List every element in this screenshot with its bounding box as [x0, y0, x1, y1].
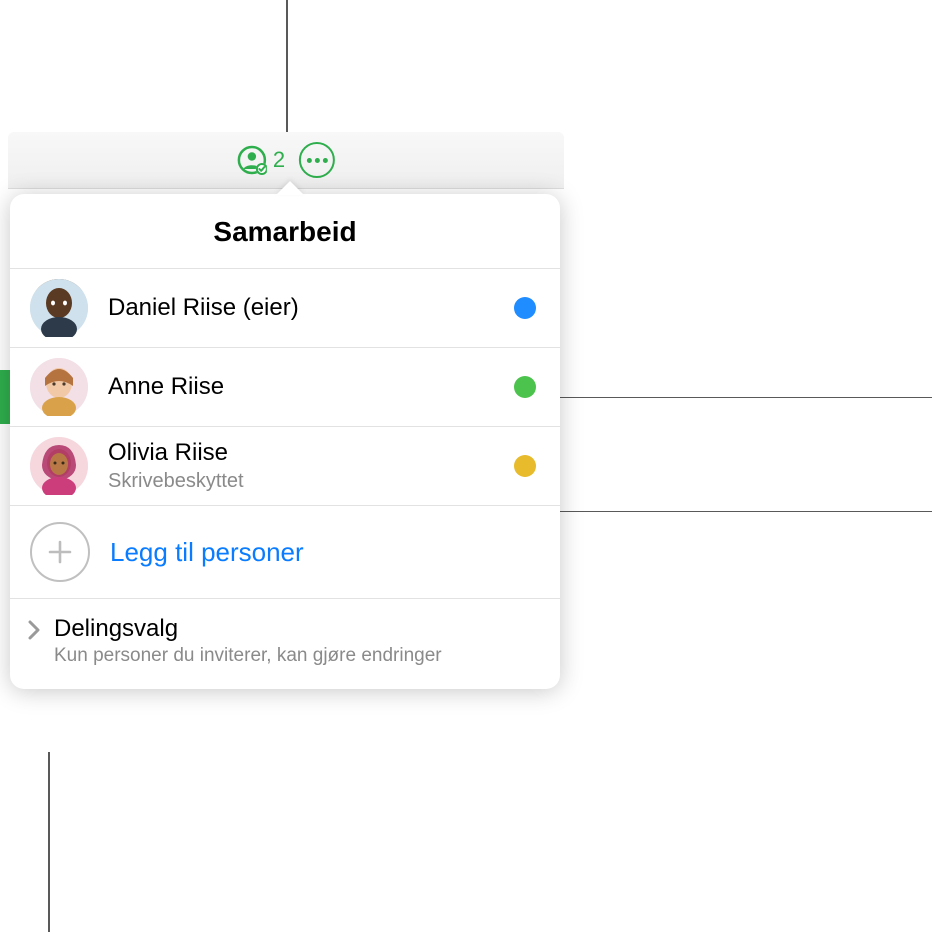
participant-permission: Skrivebeskyttet	[108, 469, 514, 493]
avatar	[30, 437, 88, 495]
presence-dot	[514, 455, 536, 477]
participant-row[interactable]: Olivia Riise Skrivebeskyttet	[10, 427, 560, 506]
add-people-row[interactable]: Legg til personer	[10, 506, 560, 599]
share-options-title: Delingsvalg	[54, 615, 442, 643]
callout-line-top	[286, 0, 288, 142]
participant-text: Olivia Riise Skrivebeskyttet	[108, 439, 514, 494]
dot-icon	[307, 158, 312, 163]
memoji-icon	[30, 279, 88, 337]
participant-text: Anne Riise	[108, 373, 514, 402]
collaboration-popover: Samarbeid Daniel Riise (eier)	[10, 194, 560, 689]
memoji-icon	[30, 437, 88, 495]
avatar	[30, 279, 88, 337]
plus-circle-icon	[30, 522, 90, 582]
participant-row[interactable]: Daniel Riise (eier)	[10, 269, 560, 348]
share-options-row[interactable]: Delingsvalg Kun personer du inviterer, k…	[10, 599, 560, 689]
dot-icon	[315, 158, 320, 163]
participant-row[interactable]: Anne Riise	[10, 348, 560, 427]
plus-icon	[46, 538, 74, 566]
participant-name: Daniel Riise (eier)	[108, 294, 514, 323]
participant-name: Anne Riise	[108, 373, 514, 402]
share-options-text: Delingsvalg Kun personer du inviterer, k…	[54, 615, 442, 667]
more-button[interactable]	[299, 142, 335, 178]
dot-icon	[323, 158, 328, 163]
avatar	[30, 358, 88, 416]
participant-text: Daniel Riise (eier)	[108, 294, 514, 323]
collaborate-button[interactable]: 2	[237, 145, 285, 175]
presence-dot	[514, 376, 536, 398]
popover-title: Samarbeid	[10, 194, 560, 269]
person-circle-icon	[237, 145, 267, 175]
collaborator-count: 2	[273, 147, 285, 173]
callout-line-bottom	[48, 752, 50, 932]
add-people-label: Legg til personer	[110, 537, 304, 568]
chevron-right-icon	[14, 619, 54, 641]
presence-dot	[514, 297, 536, 319]
participant-name: Olivia Riise	[108, 439, 514, 468]
share-options-subtitle: Kun personer du inviterer, kan gjøre end…	[54, 645, 442, 667]
memoji-icon	[30, 358, 88, 416]
callout-line-status	[530, 397, 932, 398]
